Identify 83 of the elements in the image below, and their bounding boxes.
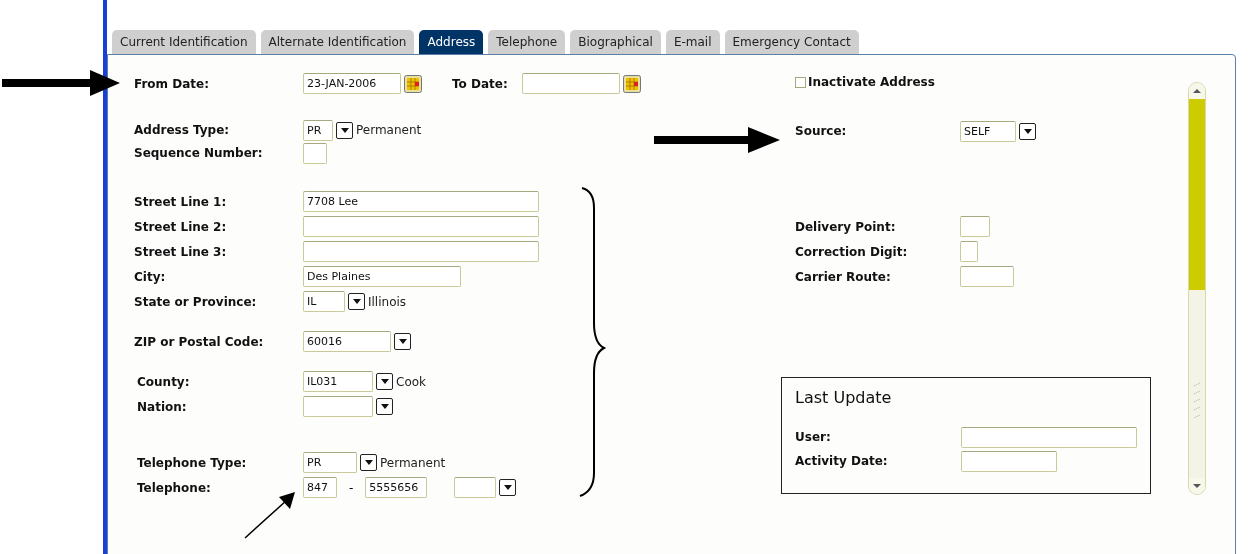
input-field[interactable] xyxy=(303,142,327,164)
field-label: Street Line 3: xyxy=(134,244,228,259)
field-description: Permanent xyxy=(356,123,422,137)
input-field[interactable]: PR xyxy=(303,119,333,141)
input-field[interactable] xyxy=(960,216,990,237)
field-label: Telephone: xyxy=(137,480,212,495)
separator: - xyxy=(349,480,354,495)
input-field[interactable]: 60016 xyxy=(303,331,391,352)
calendar-icon xyxy=(623,74,641,93)
field-label: Telephone Type: xyxy=(137,455,248,470)
input-field[interactable]: 7708 Lee xyxy=(303,191,539,212)
field-label: Sequence Number: xyxy=(134,146,264,160)
tab[interactable]: Telephone xyxy=(488,30,566,54)
field-description: Illinois xyxy=(368,294,407,309)
field-description: Cook xyxy=(396,374,426,389)
scrollbar[interactable] xyxy=(1188,82,1206,495)
caret-icon xyxy=(352,299,361,304)
field-label: Delivery Point: xyxy=(795,219,897,234)
annotation-arrow xyxy=(244,492,295,539)
input-field[interactable] xyxy=(960,266,1014,287)
field-label: Address Type: xyxy=(134,123,231,137)
tab[interactable]: Alternate Identification xyxy=(260,30,415,54)
input-field[interactable] xyxy=(303,216,539,237)
tab[interactable]: Address xyxy=(419,30,484,54)
input-field[interactable]: Des Plaines xyxy=(303,266,461,287)
input-field[interactable]: PR xyxy=(303,452,357,473)
caret-icon xyxy=(1023,128,1032,134)
input-field[interactable]: 847 xyxy=(303,477,337,498)
caret-icon xyxy=(380,379,389,384)
caret-icon xyxy=(398,339,407,344)
field-label: Source: xyxy=(795,124,848,138)
dropdown-button[interactable] xyxy=(499,479,517,496)
checkbox-label: Inactivate Address xyxy=(808,75,935,89)
panel-title: Last Update xyxy=(795,388,893,407)
input-field[interactable] xyxy=(961,426,1137,448)
field-label: ZIP or Postal Code: xyxy=(134,334,265,349)
input-field[interactable] xyxy=(303,241,539,262)
field-label: Street Line 2: xyxy=(134,219,228,234)
dropdown-button[interactable] xyxy=(348,293,365,310)
field-label: State or Province: xyxy=(134,294,258,309)
input-field[interactable] xyxy=(961,450,1057,472)
input-field[interactable] xyxy=(522,73,620,94)
field-description: Permanent xyxy=(380,455,446,470)
tab[interactable]: Emergency Contact xyxy=(724,30,859,54)
scroll-down-button[interactable] xyxy=(1189,478,1205,494)
field-label: Correction Digit: xyxy=(795,244,909,259)
input-field[interactable]: IL031 xyxy=(303,371,373,392)
field-label: City: xyxy=(134,269,167,284)
field-label: Nation: xyxy=(137,399,188,414)
dropdown-button[interactable] xyxy=(336,121,353,139)
dropdown-button[interactable] xyxy=(376,398,393,415)
field-label: County: xyxy=(137,374,191,389)
caret-icon xyxy=(503,485,512,490)
caret-icon xyxy=(364,460,373,465)
input-field[interactable]: 5555656 xyxy=(365,477,428,498)
field-label: To Date: xyxy=(452,76,509,91)
checkbox[interactable] xyxy=(795,76,806,88)
field-label: Street Line 1: xyxy=(134,194,228,209)
input-field[interactable] xyxy=(303,396,373,417)
input-field[interactable]: SELF xyxy=(960,120,1016,142)
dropdown-button[interactable] xyxy=(394,333,411,350)
tab[interactable]: Current Identification xyxy=(112,30,256,54)
up-arrow-icon xyxy=(1193,89,1201,93)
tab[interactable]: Biographical xyxy=(570,30,661,54)
scroll-up-button[interactable] xyxy=(1189,83,1205,99)
field-label: Carrier Route: xyxy=(795,269,892,284)
caret-icon xyxy=(340,127,349,133)
down-arrow-icon xyxy=(1193,484,1201,488)
caret-icon xyxy=(380,404,389,409)
calendar-icon xyxy=(404,74,422,93)
input-field[interactable]: IL xyxy=(303,291,345,312)
tab[interactable]: E-mail xyxy=(665,30,720,54)
dropdown-button[interactable] xyxy=(376,373,393,390)
input-field[interactable] xyxy=(960,241,978,262)
dropdown-button[interactable] xyxy=(1019,122,1036,140)
scroll-thumb[interactable] xyxy=(1189,99,1205,290)
dropdown-button[interactable] xyxy=(360,454,377,471)
input-field[interactable] xyxy=(454,477,497,498)
field-label: From Date: xyxy=(134,76,210,91)
input-field[interactable]: 23-JAN-2006 xyxy=(303,73,401,94)
field-label: Activity Date: xyxy=(795,454,889,468)
field-label: User: xyxy=(795,430,832,444)
grip-icon xyxy=(1193,382,1201,418)
